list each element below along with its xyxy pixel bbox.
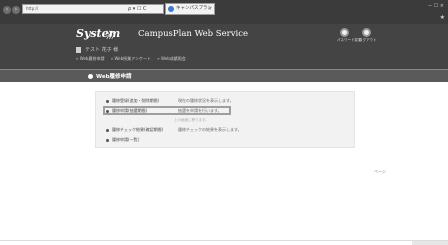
menu-item-desc: 履修チェックの結果を表示します。 xyxy=(178,127,242,132)
registration-menu-panel: 履修登録(追加・削除期間) 現在の履修状況を表示します。 履修申請(抽選期間) … xyxy=(95,91,355,148)
menu-item-add-delete[interactable]: 履修登録(追加・削除期間) 現在の履修状況を表示します。 xyxy=(106,98,234,104)
forward-icon[interactable]: › xyxy=(12,6,20,14)
logout-button[interactable]: ログアウト xyxy=(359,28,377,43)
menu-item-list[interactable]: 履修申請(一覧) xyxy=(106,137,139,143)
menu-item-label: 履修チェック結果(確認期間) xyxy=(112,127,164,132)
tab-title: キャンパスプラン xyxy=(176,6,212,11)
tab-close-icon[interactable]: × xyxy=(208,4,212,14)
user-settings-icon xyxy=(339,28,349,37)
user-settings-label: パスワード変更 xyxy=(337,38,362,42)
menu-item-label: 履修登録(追加・削除期間) xyxy=(112,98,160,103)
user-settings-button[interactable]: パスワード変更 xyxy=(337,28,362,43)
section-bar: Web履修申請 xyxy=(0,69,448,82)
favorites-icon[interactable]: ★ xyxy=(440,14,445,21)
app-header: System 〉〉〉 CampusPlan Web Service パスワード変… xyxy=(0,24,448,69)
browser-tab[interactable]: キャンパスプラン × xyxy=(165,3,215,15)
menu-item-check-result[interactable]: 履修チェック結果(確認期間) 履修チェックの結果を表示します。 xyxy=(106,127,242,133)
user-icon xyxy=(76,46,81,53)
menu-item-desc: 現在の履修状況を表示します。 xyxy=(178,98,234,103)
browser-toolbar: ‹ › http:// ρ ▾ ☐ C キャンパスプラン × − ☐ × ★ xyxy=(0,0,448,24)
menu-item-lottery[interactable]: 履修申請(抽選期間) 抽選を申請を行います。 xyxy=(106,108,222,114)
user-info: テスト 花子 様 xyxy=(76,46,118,53)
bullet-icon xyxy=(106,138,109,142)
user-name: テスト 花子 様 xyxy=(85,47,119,53)
menu-item-label: 履修申請(抽選期間) xyxy=(112,108,148,113)
logo-arrows: 〉〉〉 xyxy=(106,31,120,41)
menu-link-survey[interactable]: » Web授業アンケート xyxy=(111,56,151,61)
menu-item-desc: 抽選を申請を行います。 xyxy=(178,108,222,113)
bullet-icon xyxy=(106,99,109,103)
header-menu: » Web履修申請 » Web授業アンケート » Web成績照会 xyxy=(76,56,191,62)
menu-link-grades[interactable]: » Web成績照会 xyxy=(157,56,185,61)
section-title-text: Web履修申請 xyxy=(96,74,132,80)
menu-item-label: 履修申請(一覧) xyxy=(112,137,140,142)
status-bar-grip xyxy=(412,241,448,245)
section-title: Web履修申請 xyxy=(88,72,132,80)
site-favicon-icon xyxy=(168,6,174,12)
bullet-icon xyxy=(106,109,109,113)
back-icon[interactable]: ‹ xyxy=(3,6,11,14)
footer-divider xyxy=(0,240,448,241)
menu-note: 上の画面に移ります。 xyxy=(174,118,209,122)
service-title: CampusPlan Web Service xyxy=(138,29,249,39)
logout-label: ログアウト xyxy=(359,38,377,42)
menu-link-registration[interactable]: » Web履修申請 xyxy=(76,56,104,61)
bullet-icon xyxy=(88,74,93,79)
bullet-icon xyxy=(106,128,109,132)
logout-icon xyxy=(361,28,371,37)
page-top-link[interactable]: ページ xyxy=(374,169,386,175)
address-tools[interactable]: ρ ▾ ☐ C xyxy=(128,4,146,14)
window-controls[interactable]: − ☐ × xyxy=(428,3,444,9)
